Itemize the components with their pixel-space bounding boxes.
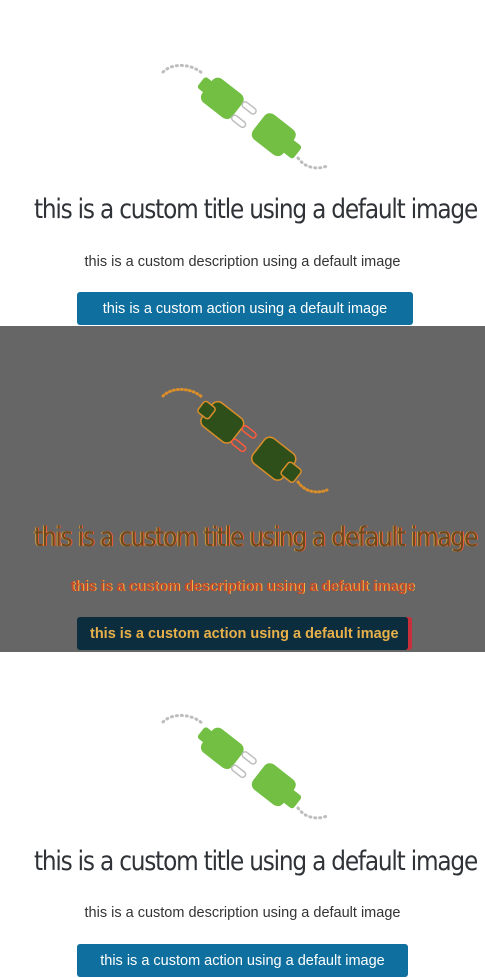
empty-state-highlighted: this is a custom title using a default i… — [0, 326, 485, 652]
empty-state-action-button[interactable]: this is a custom action using a default … — [77, 617, 408, 650]
plug-disconnected-icon — [161, 388, 329, 494]
empty-state-description: this is a custom description using a def… — [84, 254, 401, 270]
plug-disconnected-icon — [161, 714, 329, 820]
empty-state-description: this is a custom description using a def… — [84, 905, 401, 921]
empty-state-title: this is a custom title using a default i… — [33, 522, 478, 553]
plug-disconnected-icon — [161, 64, 329, 170]
empty-state-action-button[interactable]: this is a custom action using a default … — [77, 292, 413, 325]
empty-state-default: this is a custom title using a default i… — [0, 0, 485, 326]
empty-state-description: this is a custom description using a def… — [70, 579, 415, 595]
empty-state-title: this is a custom title using a default i… — [33, 194, 478, 225]
empty-state-action-button[interactable]: this is a custom action using a default … — [77, 944, 408, 977]
empty-state-title: this is a custom title using a default i… — [33, 846, 478, 877]
empty-state-default: this is a custom title using a default i… — [0, 652, 485, 978]
